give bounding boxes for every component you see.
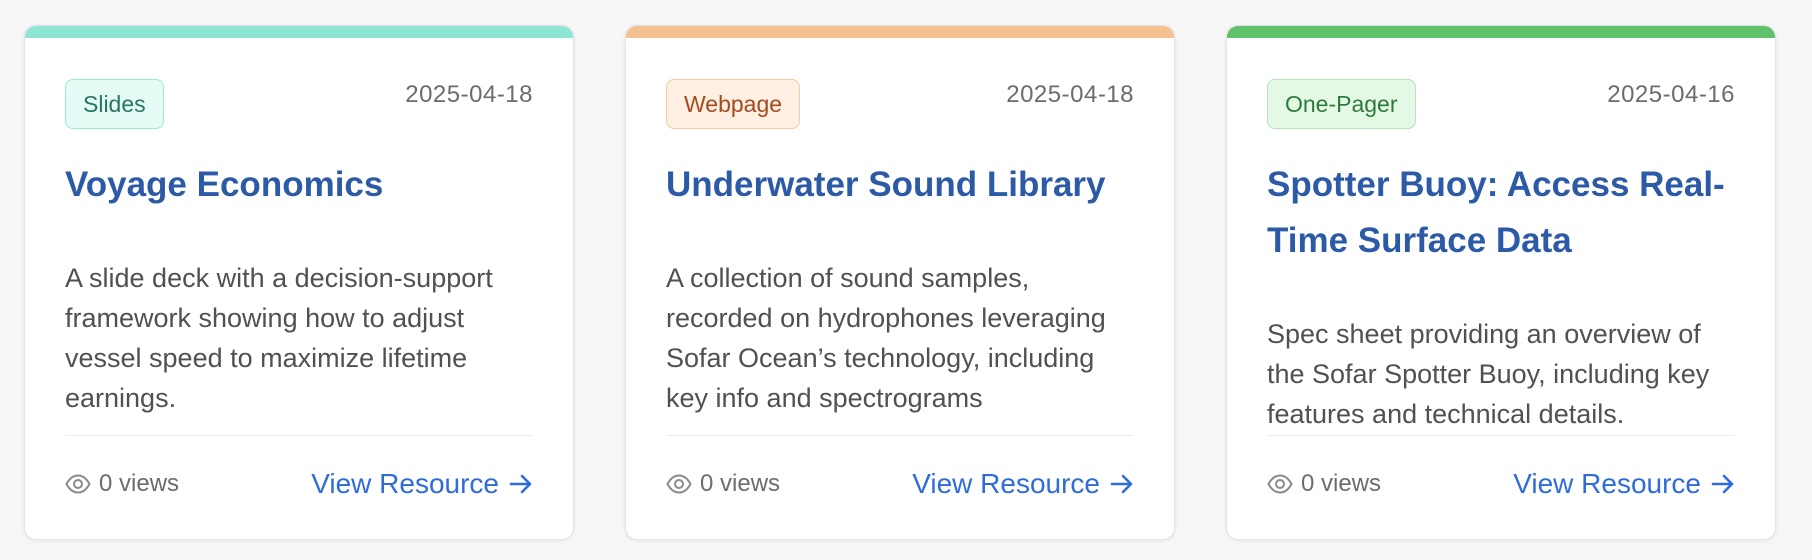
eye-icon <box>666 473 692 494</box>
view-resource-label: View Resource <box>1513 467 1701 499</box>
card-header: One-Pager 2025-04-16 <box>1267 79 1735 131</box>
card-description: Spec sheet providing an overview of the … <box>1267 319 1710 429</box>
arrow-right-icon <box>1110 473 1134 495</box>
view-resource-link[interactable]: View Resource <box>311 468 533 500</box>
resource-type-badge: One-Pager <box>1267 79 1416 129</box>
resource-type-badge: Webpage <box>666 79 801 129</box>
card-header: Webpage 2025-04-18 <box>666 79 1134 131</box>
view-resource-link[interactable]: View Resource <box>1513 468 1735 500</box>
view-resource-label: View Resource <box>912 467 1100 499</box>
card-date: 2025-04-18 <box>405 81 533 108</box>
resource-type-badge: Slides <box>65 79 164 129</box>
resource-card[interactable]: Webpage 2025-04-18 Underwater Sound Libr… <box>625 25 1175 540</box>
resource-card-grid: Slides 2025-04-18 Voyage Economics A sli… <box>24 25 1776 540</box>
views-label: 0 views <box>1301 469 1382 497</box>
views-count: 0 views <box>65 470 179 498</box>
eye-icon <box>65 473 91 494</box>
card-description: A collection of sound samples, recorded … <box>666 263 1106 413</box>
eye-icon <box>1267 473 1293 494</box>
card-footer: 0 views View Resource <box>1267 435 1735 531</box>
card-date: 2025-04-16 <box>1607 81 1735 108</box>
card-accent-bar <box>626 26 1174 38</box>
card-footer: 0 views View Resource <box>65 435 533 531</box>
views-label: 0 views <box>700 469 781 497</box>
view-resource-link[interactable]: View Resource <box>912 468 1134 500</box>
card-description: A slide deck with a decision-support fra… <box>65 263 493 413</box>
view-resource-label: View Resource <box>311 467 499 499</box>
views-label: 0 views <box>99 469 180 497</box>
arrow-right-icon <box>509 473 533 495</box>
resource-card[interactable]: Slides 2025-04-18 Voyage Economics A sli… <box>24 25 574 540</box>
resource-card[interactable]: One-Pager 2025-04-16 Spotter Buoy: Acces… <box>1226 25 1776 540</box>
views-count: 0 views <box>666 470 780 498</box>
card-header: Slides 2025-04-18 <box>65 79 533 131</box>
card-footer: 0 views View Resource <box>666 435 1134 531</box>
card-title[interactable]: Voyage Economics <box>65 157 533 213</box>
card-date: 2025-04-18 <box>1006 81 1134 108</box>
arrow-right-icon <box>1711 473 1735 495</box>
card-accent-bar <box>25 26 573 38</box>
card-accent-bar <box>1227 26 1775 38</box>
card-title[interactable]: Underwater Sound Library <box>666 157 1134 213</box>
views-count: 0 views <box>1267 470 1381 498</box>
card-title[interactable]: Spotter Buoy: Access Real-Time Surface D… <box>1267 157 1735 269</box>
